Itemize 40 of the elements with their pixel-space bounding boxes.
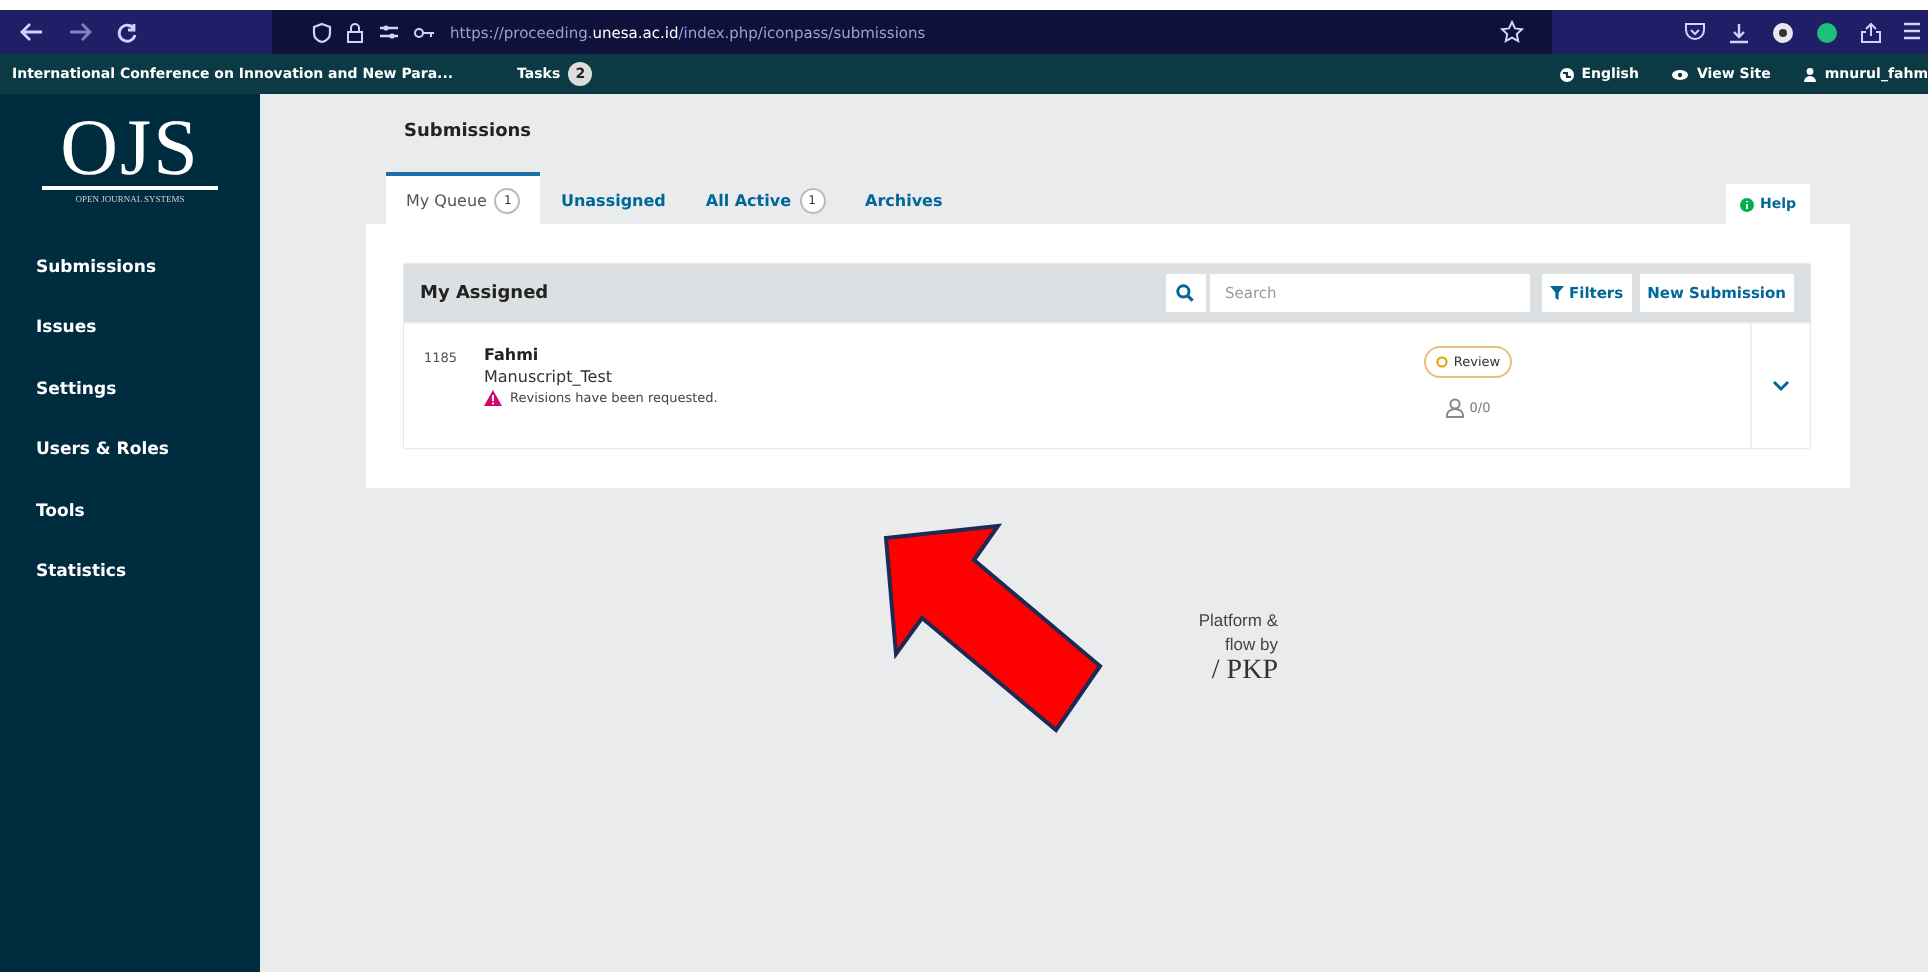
- submission-author: Fahmi: [484, 346, 541, 364]
- reload-icon[interactable]: [116, 21, 138, 43]
- footer-text: Platform &: [1198, 608, 1278, 632]
- back-icon[interactable]: [20, 21, 44, 43]
- info-icon: [1739, 197, 1754, 211]
- lock-icon[interactable]: [346, 21, 364, 43]
- page-title: Submissions: [404, 122, 534, 146]
- sidebar-item[interactable]: Issues: [0, 316, 260, 378]
- download-icon[interactable]: [1728, 21, 1750, 43]
- footer-logo-text: / PKP: [1211, 656, 1278, 688]
- share-icon[interactable]: [1860, 21, 1882, 43]
- permissions-icon[interactable]: [378, 24, 400, 40]
- sidebar-item[interactable]: Users & Roles: [0, 438, 260, 500]
- logo-title: OJS: [60, 112, 200, 184]
- forward-icon[interactable]: [68, 21, 92, 43]
- shield-icon: [312, 21, 332, 43]
- bookmark-star-icon[interactable]: [1500, 20, 1524, 44]
- chevron-icon: [1772, 380, 1790, 392]
- key-icon[interactable]: [414, 25, 436, 39]
- sidebar-item[interactable]: Tools: [0, 499, 260, 560]
- extension-icon[interactable]: [1772, 21, 1794, 43]
- filter-icon: [1549, 286, 1563, 300]
- menu-icon[interactable]: [1904, 21, 1920, 43]
- pocket-icon[interactable]: [1684, 21, 1706, 43]
- sidebar-item[interactable]: Statistics: [0, 559, 260, 621]
- tab[interactable]: Archives: [845, 172, 963, 224]
- list-title: My Assigned: [420, 283, 549, 303]
- extension-icon[interactable]: [1816, 21, 1838, 43]
- submission-title: Manuscript_Test: [484, 368, 614, 386]
- eye-icon: [1672, 69, 1689, 79]
- globe-icon: [1559, 67, 1574, 81]
- person-icon: [1445, 398, 1464, 418]
- warning-icon: [484, 390, 502, 406]
- search-icon[interactable]: [1165, 274, 1205, 312]
- sidebar-item[interactable]: Submissions: [0, 256, 260, 317]
- sidebar-item[interactable]: Settings: [0, 377, 260, 439]
- footer-text: flow by: [1225, 632, 1278, 656]
- tab[interactable]: Unassigned: [540, 172, 686, 224]
- circle-icon: [1435, 356, 1448, 368]
- user-icon: [1804, 67, 1817, 81]
